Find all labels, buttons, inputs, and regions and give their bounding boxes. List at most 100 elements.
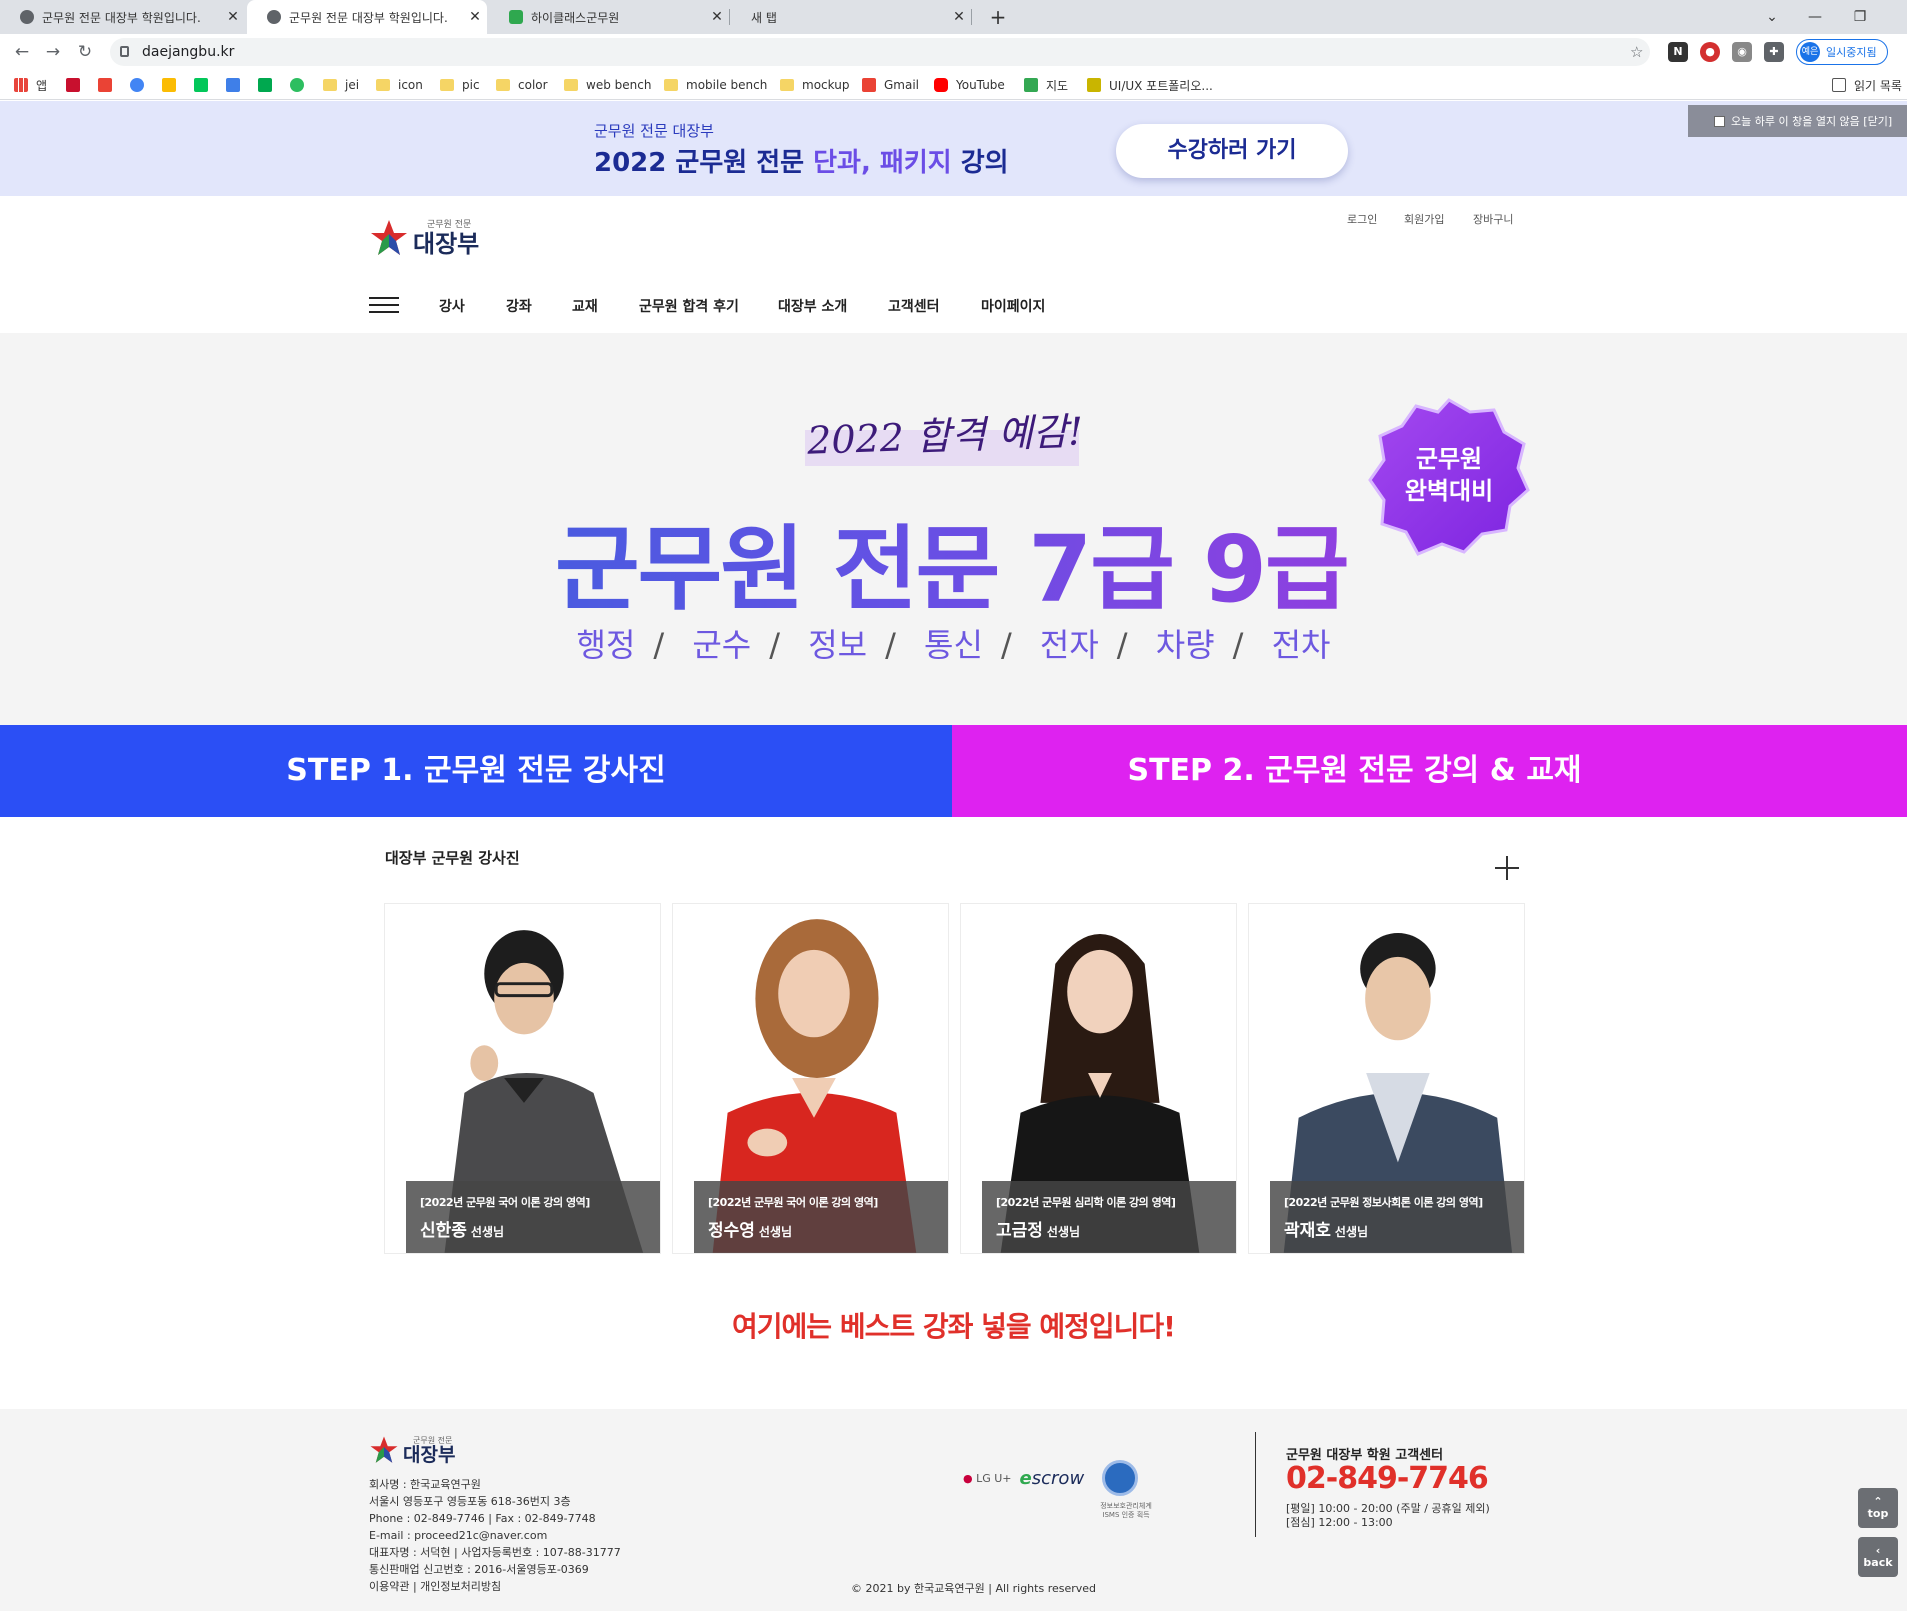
grid-bookmark-icon[interactable]: [226, 70, 248, 100]
nav-about[interactable]: 대장부 소개: [778, 296, 847, 316]
site-logo[interactable]: 군무원 전문 대장부: [369, 218, 479, 258]
profile-chip[interactable]: 예은 일시중지됨: [1796, 39, 1888, 65]
nav-courses[interactable]: 강좌: [506, 296, 532, 316]
instructor-category: [2022년 군무원 국어 이론 강의 영역]: [708, 1196, 878, 1209]
close-icon[interactable]: ✕: [463, 9, 487, 25]
restore-button[interactable]: ❐: [1840, 0, 1880, 34]
subject: 통신: [924, 626, 983, 664]
subject: 차량: [1155, 626, 1215, 664]
hero-title: 군무원 전문 7급 9급: [555, 495, 1350, 628]
step2-tab[interactable]: STEP 2. 군무원 전문 강의 & 교재: [952, 725, 1907, 817]
cs-phone: 02-849-7746: [1286, 1461, 1489, 1496]
bookmark-folder-mockup[interactable]: mockup: [780, 70, 849, 100]
instructor-name: 곽재호 선생님: [1284, 1221, 1369, 1241]
instructor-card[interactable]: [2022년 군무원 국어 이론 강의 영역] 정수영 선생님: [672, 903, 949, 1254]
lgu-logo: ● LG U+: [963, 1471, 1012, 1485]
bookmark-folder-pic[interactable]: pic: [440, 70, 480, 100]
bookmark-gmail[interactable]: Gmail: [862, 70, 919, 100]
footer-divider: [1255, 1432, 1256, 1537]
globe-icon: [20, 10, 34, 24]
footer-logo[interactable]: 군무원 전문 대장부: [369, 1435, 455, 1465]
instructor-card[interactable]: [2022년 군무원 국어 이론 강의 영역] 신한종 선생님: [384, 903, 661, 1254]
nav-instructors[interactable]: 강사: [439, 296, 465, 316]
enroll-button[interactable]: 수강하러 가기: [1116, 124, 1348, 178]
instructor-card[interactable]: [2022년 군무원 심리학 이론 강의 영역] 고금정 선생님: [960, 903, 1237, 1254]
lock-icon: [120, 46, 129, 57]
extension-n-icon[interactable]: N: [1668, 42, 1688, 62]
browser-tab[interactable]: 하이클래스군무원 ✕: [489, 0, 729, 34]
jei-bookmark-icon[interactable]: [66, 70, 88, 100]
subject: 행정: [576, 626, 636, 664]
reading-list[interactable]: 읽기 목록: [1832, 70, 1902, 100]
bookmark-folder-icon[interactable]: icon: [376, 70, 423, 100]
forward-arrow-icon[interactable]: →: [38, 34, 68, 70]
google-bookmark-icon[interactable]: [130, 70, 152, 100]
browser-tab[interactable]: 새 탭 ✕: [731, 0, 971, 34]
folder-icon: [440, 79, 454, 91]
tab-separator: [971, 9, 972, 25]
browser-tab-active[interactable]: 군무원 전문 대장부 학원입니다. ✕: [247, 0, 487, 34]
bookmark-maps[interactable]: 지도: [1024, 70, 1068, 100]
naver-bookmark-icon[interactable]: [194, 70, 216, 100]
close-today-label: 오늘 하루 이 창을 열지 않음 [닫기]: [1731, 115, 1893, 128]
new-tab-button[interactable]: +: [983, 0, 1013, 34]
cart-link[interactable]: 장바구니: [1473, 211, 1513, 227]
close-today-toggle[interactable]: 오늘 하루 이 창을 열지 않음 [닫기]: [1688, 105, 1907, 137]
camera-icon[interactable]: ◉: [1732, 42, 1752, 62]
bookmark-portfolio[interactable]: UI/UX 포트폴리오...: [1087, 70, 1213, 100]
step1-tab[interactable]: STEP 1. 군무원 전문 강사진: [0, 725, 952, 817]
logo-tagline: 군무원 전문: [427, 219, 472, 230]
promo-subtitle: 군무원 전문 대장부: [594, 122, 714, 140]
subject: 군수: [692, 626, 752, 664]
folder-icon: [496, 79, 510, 91]
copyright: © 2021 by 한국교육연구원 | All rights reserved: [850, 1582, 1097, 1595]
apps-bookmark[interactable]: 앱: [14, 70, 47, 100]
back-button[interactable]: ‹ back: [1858, 1537, 1898, 1577]
close-icon[interactable]: ✕: [705, 9, 729, 25]
minimize-button[interactable]: —: [1795, 0, 1835, 34]
close-icon[interactable]: ✕: [221, 9, 245, 25]
bookmark-folder-web-bench[interactable]: web bench: [564, 70, 651, 100]
instructor-card[interactable]: [2022년 군무원 정보사회론 이론 강의 영역] 곽재호 선생님: [1248, 903, 1525, 1254]
nav-books[interactable]: 교재: [572, 296, 598, 316]
chat-bookmark-icon[interactable]: [258, 70, 280, 100]
url-text[interactable]: daejangbu.kr: [142, 38, 234, 66]
puzzle-icon[interactable]: ✚: [1764, 42, 1784, 62]
tab-title: 군무원 전문 대장부 학원입니다.: [289, 10, 448, 25]
extension-red-icon[interactable]: ●: [1700, 42, 1720, 62]
menu-icon[interactable]: [369, 297, 399, 313]
nav-support[interactable]: 고객센터: [888, 296, 940, 316]
tab-search-icon[interactable]: ⌄: [1752, 0, 1792, 34]
bookmark-star-icon[interactable]: ☆: [1630, 38, 1643, 66]
close-icon[interactable]: ✕: [947, 9, 971, 25]
nav-mypage[interactable]: 마이페이지: [981, 296, 1045, 316]
bookmark-label: 앱: [36, 78, 48, 93]
folder-icon: [376, 79, 390, 91]
back-arrow-icon[interactable]: ←: [7, 34, 37, 70]
hero-script: 2022 합격 예감!: [806, 409, 1084, 463]
instructor-caption: [2022년 군무원 국어 이론 강의 영역] 신한종 선생님: [406, 1181, 660, 1253]
tab-title: 하이클래스군무원: [531, 10, 620, 25]
bookmark-folder-color[interactable]: color: [496, 70, 548, 100]
plus-icon[interactable]: [1495, 856, 1519, 880]
bookmark-folder-jei[interactable]: jei: [323, 70, 359, 100]
apps-grid-icon: [14, 78, 28, 92]
browser-tab[interactable]: 군무원 전문 대장부 학원입니다. ✕: [0, 0, 245, 34]
best-course-notice: 여기에는 베스트 강좌 넣을 예정입니다!: [732, 1310, 1176, 1343]
scroll-top-button[interactable]: ⌃ top: [1858, 1488, 1898, 1528]
reload-icon[interactable]: ↻: [70, 34, 100, 70]
bookmark-youtube[interactable]: YouTube: [934, 70, 1005, 100]
gmail-bookmark-icon[interactable]: [98, 70, 120, 100]
evernote-bookmark-icon[interactable]: [290, 70, 312, 100]
bookmark-folder-mobile-bench[interactable]: mobile bench: [664, 70, 767, 100]
instructor-name: 정수영 선생님: [708, 1221, 793, 1241]
company-info: 회사명 : 한국교육연구원 서울시 영등포구 영등포동 618-36번지 3층 …: [369, 1478, 621, 1593]
checkbox[interactable]: [1714, 115, 1725, 127]
login-link[interactable]: 로그인: [1347, 211, 1377, 227]
drive-bookmark-icon[interactable]: [162, 70, 184, 100]
badge-text: 군무원 완벽대비: [1404, 445, 1494, 505]
nav-reviews[interactable]: 군무원 합격 후기: [639, 296, 739, 316]
cs-hours: [평일] 10:00 - 20:00 (주말 / 공휴일 제외) [점심] 12…: [1286, 1502, 1490, 1529]
signup-link[interactable]: 회원가입: [1404, 211, 1444, 227]
address-bar[interactable]: [110, 38, 1650, 66]
